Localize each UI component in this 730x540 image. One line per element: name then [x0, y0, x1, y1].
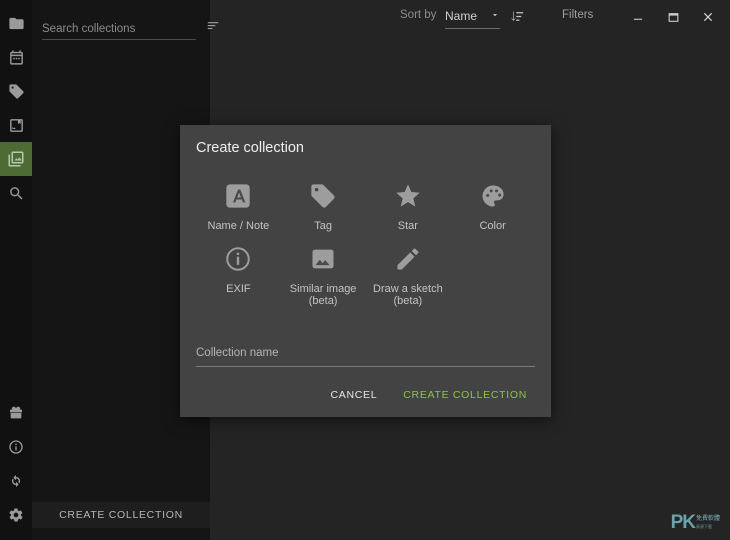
close-button[interactable]: [695, 5, 721, 29]
option-label: Draw a sketch (beta): [373, 283, 443, 307]
sort-by-label: Sort by: [400, 9, 437, 21]
search-icon: [8, 185, 25, 202]
option-label-main: Draw a sketch: [373, 283, 443, 295]
option-label: Name / Note: [207, 220, 270, 232]
create-collection-dialog: Create collection Name / Note Tag Star C…: [180, 125, 551, 417]
letter-a-icon: [224, 179, 252, 213]
filters-button[interactable]: Filters: [562, 9, 593, 21]
option-label: Color: [479, 220, 506, 232]
rail-bottom-group: [0, 396, 32, 540]
watermark-subtext: 免費軟體 資源下載: [696, 516, 720, 530]
sidebar-item-settings[interactable]: [0, 498, 32, 532]
sidebar-item-tag[interactable]: [0, 74, 32, 108]
option-name-note[interactable]: Name / Note: [196, 179, 281, 232]
option-label: Tag: [314, 220, 332, 232]
chevron-down-icon: [490, 7, 500, 25]
watermark: PK 免費軟體 資源下載: [670, 512, 720, 533]
option-label-sub: (beta): [308, 295, 338, 307]
sidebar-item-sync[interactable]: [0, 464, 32, 498]
option-label-sub: (beta): [393, 295, 423, 307]
sidebar-item-bookmark-image[interactable]: [0, 108, 32, 142]
sidebar-item-info[interactable]: [0, 430, 32, 464]
tag-icon: [8, 83, 25, 100]
image-icon: [309, 242, 337, 276]
dialog-title: Create collection: [196, 140, 304, 156]
gift-icon: [8, 405, 24, 421]
cancel-button[interactable]: CANCEL: [320, 383, 387, 407]
collections-icon: [7, 150, 25, 168]
sync-icon: [8, 473, 24, 489]
folder-icon: [8, 15, 25, 32]
option-similar-image[interactable]: Similar image (beta): [281, 242, 366, 307]
option-label: Star: [397, 220, 418, 232]
sidebar-item-calendar[interactable]: [0, 40, 32, 74]
sidebar-item-collections[interactable]: [0, 142, 32, 176]
sort-by-dropdown[interactable]: Name: [445, 7, 500, 29]
sidebar-item-gift[interactable]: [0, 396, 32, 430]
option-tag[interactable]: Tag: [281, 179, 366, 232]
info-icon: [8, 439, 24, 455]
option-draw-sketch[interactable]: Draw a sketch (beta): [366, 242, 451, 307]
maximize-button[interactable]: [660, 5, 686, 29]
option-label-main: Similar image: [289, 283, 357, 295]
create-collection-button-panel[interactable]: CREATE COLLECTION: [32, 502, 210, 528]
option-exif[interactable]: EXIF: [196, 242, 281, 307]
collection-name-input[interactable]: [196, 347, 535, 359]
calendar-icon: [8, 49, 25, 66]
collection-name-field-wrap: [196, 343, 535, 367]
sort-order-icon[interactable]: [510, 9, 525, 29]
watermark-subtext-line2: 資源下載: [695, 524, 712, 529]
pencil-icon: [394, 242, 422, 276]
watermark-subtext-line1: 免費軟體: [695, 516, 720, 522]
collection-type-grid: Name / Note Tag Star Color EXIF Similar …: [196, 179, 535, 317]
sort-by-value: Name: [445, 9, 478, 23]
sidebar-item-folder[interactable]: [0, 6, 32, 40]
gear-icon: [8, 507, 24, 523]
search-row: [42, 18, 219, 40]
watermark-logo: PK: [670, 512, 696, 533]
app-window: CREATE COLLECTION Sort by Name Filters: [0, 0, 730, 540]
rail-top-group: [0, 0, 32, 210]
option-star[interactable]: Star: [366, 179, 451, 232]
option-color[interactable]: Color: [450, 179, 535, 232]
tag-icon: [309, 179, 337, 213]
create-collection-button[interactable]: CREATE COLLECTION: [393, 383, 537, 407]
option-label: EXIF: [226, 283, 251, 295]
option-label: Similar image (beta): [290, 283, 357, 307]
palette-icon: [479, 179, 507, 213]
search-input[interactable]: [42, 23, 196, 40]
dialog-actions: CANCEL CREATE COLLECTION: [320, 383, 537, 407]
icon-rail: [0, 0, 32, 540]
star-icon: [394, 179, 422, 213]
top-bar: Sort by Name Filters: [210, 0, 730, 36]
sidebar-item-search[interactable]: [0, 176, 32, 210]
minimize-button[interactable]: [625, 5, 651, 29]
info-circle-icon: [224, 242, 252, 276]
bookmark-image-icon: [8, 117, 25, 134]
